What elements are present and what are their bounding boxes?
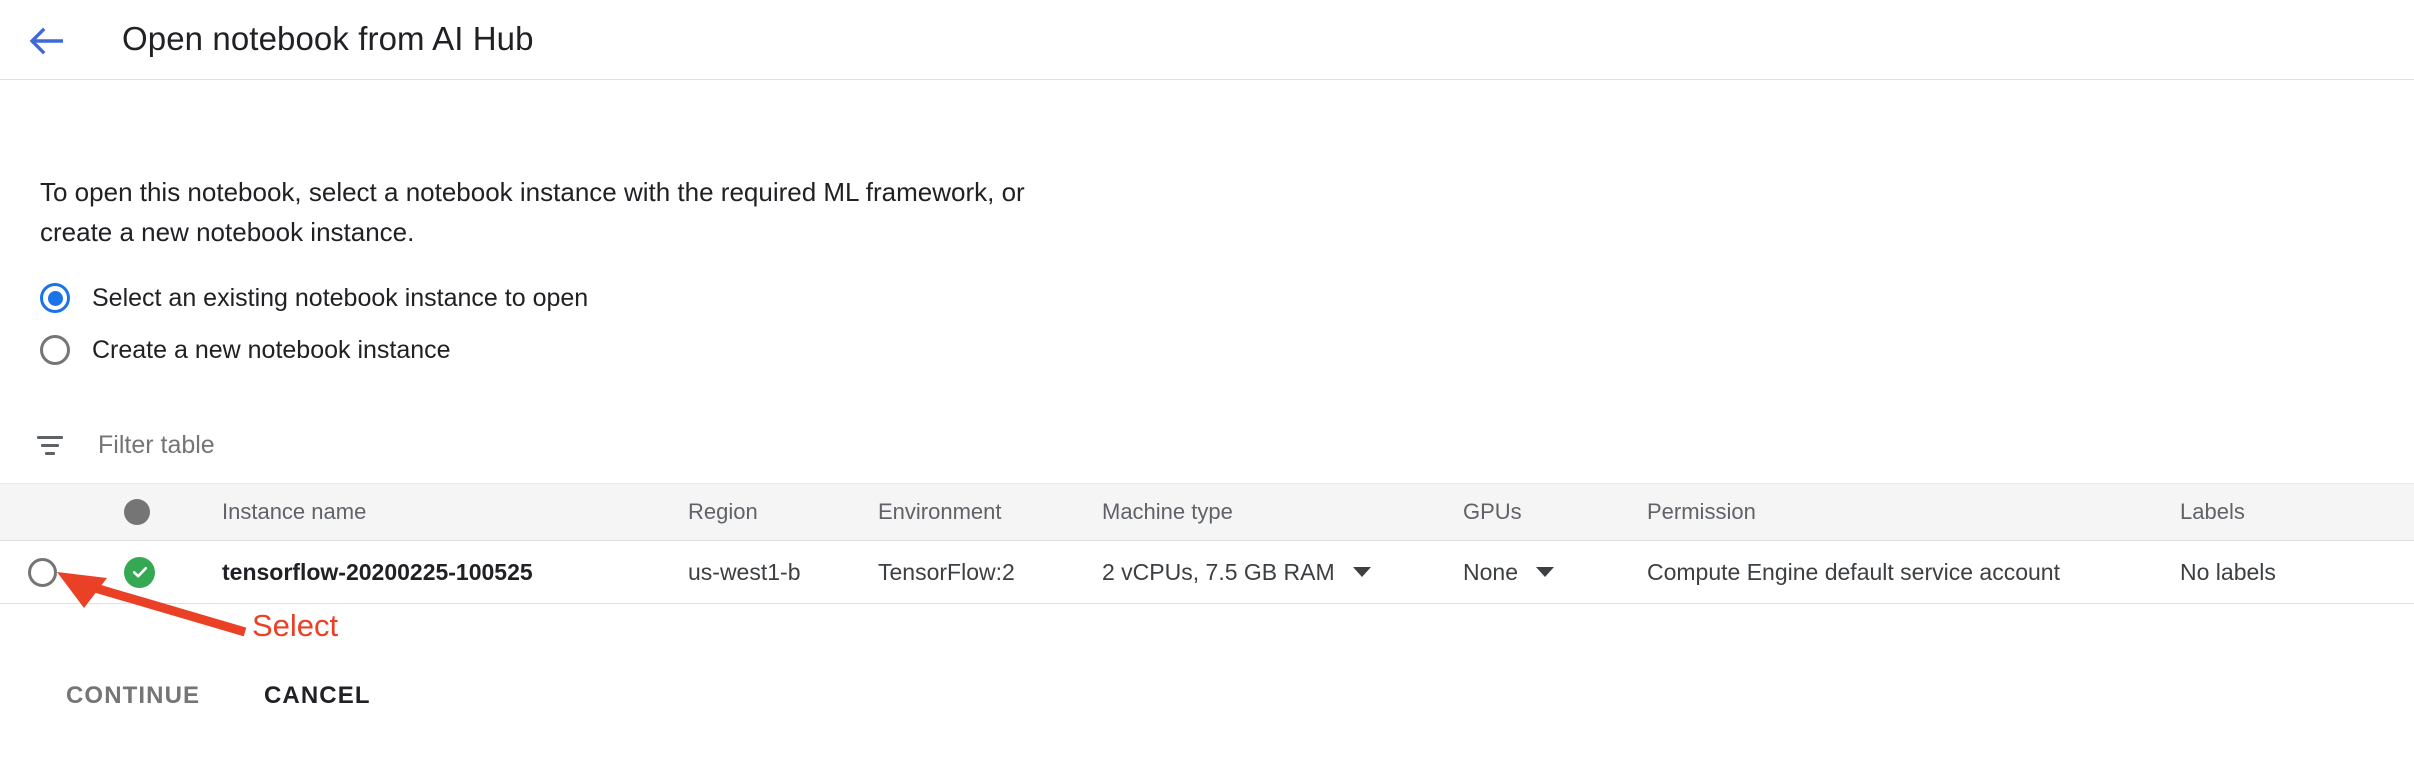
continue-button[interactable]: CONTINUE [66,670,200,722]
cell-gpus[interactable]: None [1463,541,1643,603]
top-bar: Open notebook from AI Hub [0,0,2414,80]
check-circle-icon [124,556,155,588]
table-header-row: Instance name Region Environment Machine… [0,483,2414,541]
row-radio-button[interactable] [28,557,57,587]
filter-icon[interactable] [34,429,66,461]
notebook-mode-radio-group: Select an existing notebook instance to … [40,272,1240,376]
radio-option-label: Create a new notebook instance [92,335,451,364]
chevron-down-icon[interactable] [1352,567,1371,577]
annotation-arrow-icon [57,572,247,637]
arrow-left-icon [29,27,63,55]
radio-option-label: Select an existing notebook instance to … [92,283,589,312]
annotation-overlay: Select [0,0,2414,756]
radio-option-create-new[interactable]: Create a new notebook instance [40,324,1240,376]
radio-option-select-existing[interactable]: Select an existing notebook instance to … [40,272,1240,324]
cell-labels: No labels [2180,558,2276,585]
column-header-permission[interactable]: Permission [1647,484,2207,540]
column-header-instance-name[interactable]: Instance name [222,484,602,540]
row-select-cell[interactable] [28,541,84,603]
column-header-gpus[interactable]: GPUs [1463,484,1643,540]
status-circle-icon [124,499,150,525]
intro-text: To open this notebook, select a notebook… [40,177,1025,247]
page-title: Open notebook from AI Hub [122,20,534,57]
filter-bar [34,418,934,472]
status-column-header [124,484,180,540]
column-header-machine-type[interactable]: Machine type [1102,484,1432,540]
back-arrow-button[interactable] [26,20,68,62]
radio-selected-icon [40,283,70,313]
cell-permission: Compute Engine default service account [1647,558,2060,585]
chevron-down-icon[interactable] [1535,567,1554,577]
instances-table: Instance name Region Environment Machine… [0,483,2414,604]
radio-unselected-icon [40,335,70,365]
annotation-label: Select [252,608,339,643]
cell-instance-name: tensorflow-20200225-100525 [222,558,533,585]
filter-table-input[interactable] [98,430,698,460]
footer-actions: CONTINUE CANCEL [0,670,2414,740]
cell-environment: TensorFlow:2 [878,558,1015,585]
column-header-region[interactable]: Region [688,484,888,540]
row-status-cell [124,541,180,603]
cell-region: us-west1-b [688,558,801,585]
cell-machine-type[interactable]: 2 vCPUs, 7.5 GB RAM [1102,541,1432,603]
column-header-labels[interactable]: Labels [2180,484,2410,540]
column-header-environment[interactable]: Environment [878,484,1108,540]
cancel-button[interactable]: CANCEL [264,670,371,722]
table-row[interactable]: tensorflow-20200225-100525 us-west1-b Te… [0,541,2414,604]
